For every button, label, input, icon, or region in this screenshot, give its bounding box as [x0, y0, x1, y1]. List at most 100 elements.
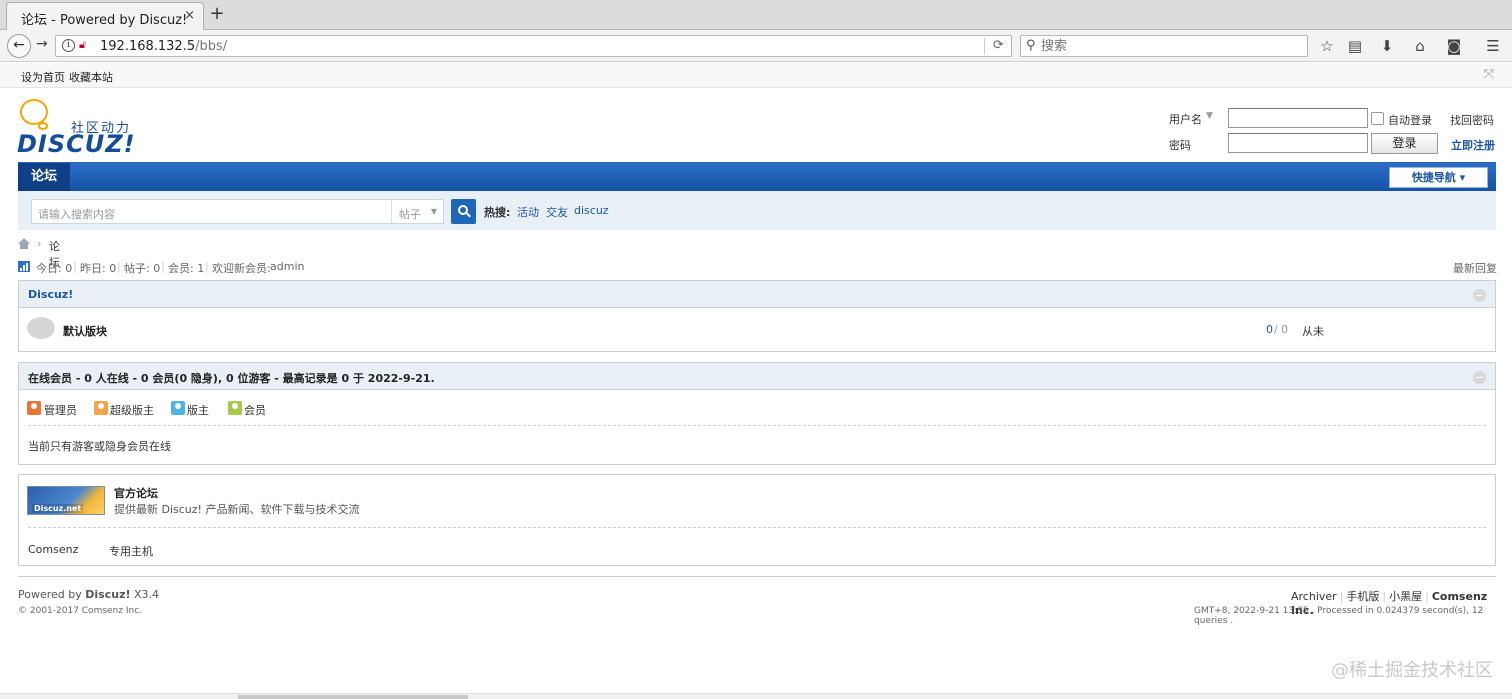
horizontal-scrollbar[interactable] — [0, 693, 1512, 699]
stat-divider: | — [73, 260, 77, 273]
pocket-icon[interactable]: ◙ — [1444, 36, 1464, 56]
url-host: 192.168.132.5 — [100, 39, 196, 54]
comsenz-link[interactable]: Comsenz — [28, 543, 78, 556]
login-button[interactable]: 登录 — [1371, 133, 1438, 154]
member-icon — [228, 401, 242, 415]
forum-bubble-icon — [27, 317, 55, 339]
category-title[interactable]: Discuz! — [28, 288, 73, 301]
footer-link-divider: | — [1425, 590, 1429, 603]
footer-powered: Powered by Discuz! X3.4 — [18, 588, 159, 601]
username-dropdown-icon[interactable]: ▼ — [1206, 111, 1213, 121]
mobile-link[interactable]: 手机版 — [1346, 590, 1379, 603]
legend-super-moderator: 超级版主 — [110, 404, 154, 417]
forum-post-count: 0 — [1281, 323, 1288, 336]
forum-last-post: 从未 — [1302, 325, 1324, 338]
collapse-icon[interactable] — [1473, 289, 1486, 302]
home-icon-body — [20, 244, 28, 249]
admin-user-icon — [27, 401, 41, 415]
online-title[interactable]: 在线会员 - 0 人在线 - 0 会员(0 隐身), 0 位游客 - 最高记录是… — [28, 370, 435, 386]
collapse-icon[interactable] — [1473, 371, 1486, 384]
category-header: Discuz! — [19, 281, 1495, 308]
quick-nav-button[interactable]: 快捷导航 ▾ — [1389, 167, 1488, 188]
password-label: 密码 — [1169, 139, 1191, 152]
reading-list-icon[interactable]: ▤ — [1345, 36, 1365, 56]
url-text[interactable]: 192.168.132.5/bbs/ — [100, 39, 227, 54]
legend-admin: 管理员 — [44, 404, 77, 417]
forum-category: Discuz! 默认版块 0 / 0 从未 — [18, 280, 1496, 352]
forum-name-link[interactable]: 默认版块 — [63, 323, 107, 339]
set-homepage-link[interactable]: 设为首页 — [21, 69, 65, 85]
hot-term-link[interactable]: 交友 — [546, 204, 568, 220]
url-divider — [984, 38, 985, 54]
watermark: @稀土掘金技术社区 — [1331, 660, 1493, 681]
search-submit-button[interactable] — [451, 199, 476, 224]
stat-today: 今日: 0 — [36, 262, 73, 275]
bookmark-star-icon[interactable]: ☆ — [1317, 36, 1337, 56]
archiver-link[interactable]: Archiver — [1291, 590, 1337, 603]
stats-chart-icon — [18, 261, 30, 272]
menu-icon[interactable]: ☰ — [1483, 36, 1503, 56]
official-forum-link[interactable]: 官方论坛 — [114, 485, 158, 501]
find-password-link[interactable]: 找回密码 — [1450, 112, 1494, 128]
browser-search-box[interactable]: ⚲ — [1020, 35, 1308, 57]
auto-login-checkbox[interactable] — [1371, 112, 1384, 125]
search-icon: ⚲ — [1026, 38, 1036, 53]
friend-links: Discuz.net 官方论坛 提供最新 Discuz! 产品新闻、软件下载与技… — [18, 474, 1496, 566]
dashed-divider — [28, 425, 1486, 426]
forum-row: 默认版块 0 / 0 从未 — [19, 308, 1495, 351]
blackroom-link[interactable]: 小黑屋 — [1389, 590, 1422, 603]
username-input[interactable] — [1228, 108, 1368, 128]
browser-nav-bar: ← → i 🔓︎ 192.168.132.5/bbs/ ⟳ ⚲ ☆ ▤ ⬇ ⌂ … — [0, 30, 1512, 62]
download-icon[interactable]: ⬇ — [1377, 36, 1397, 56]
search-icon-handle — [466, 212, 471, 218]
discuz-net-banner[interactable]: Discuz.net — [27, 486, 105, 515]
hot-term-link[interactable]: discuz — [574, 204, 609, 217]
forum-thread-count: 0 — [1266, 323, 1273, 336]
latest-reply-link[interactable]: 最新回复 — [1453, 260, 1497, 276]
browser-tab-bar: 论坛 - Powered by Discuz! × + — [0, 0, 1512, 30]
register-link[interactable]: 立即注册 — [1451, 137, 1495, 153]
stat-divider: | — [161, 260, 165, 273]
banner-text: Discuz.net — [32, 504, 84, 513]
search-type-select[interactable]: 帖子 ▼ — [391, 199, 444, 224]
forward-arrow-icon[interactable]: → — [36, 36, 48, 52]
footer-copyright: © 2001-2017 Comsenz Inc. — [18, 606, 143, 616]
stat-divider: | — [117, 260, 121, 273]
browser-tab[interactable]: 论坛 - Powered by Discuz! × — [6, 2, 204, 30]
address-bar[interactable]: i 🔓︎ 192.168.132.5/bbs/ ⟳ — [55, 35, 1012, 57]
forum-search-input[interactable]: 请输入搜索内容 — [31, 199, 392, 224]
reload-icon[interactable]: ⟳ — [993, 38, 1004, 53]
super-moderator-icon — [94, 401, 108, 415]
dashed-divider — [28, 527, 1486, 528]
legend-member: 会员 — [244, 404, 266, 417]
count-divider: / — [1274, 323, 1278, 336]
hosting-link[interactable]: 专用主机 — [109, 543, 153, 559]
site-logo[interactable]: DISCUZ! — [17, 130, 136, 158]
scrollbar-thumb[interactable] — [238, 695, 468, 699]
fullscreen-toggle-icon[interactable]: ⤧ — [1484, 67, 1494, 82]
search-type-value: 帖子 — [399, 208, 421, 221]
browser-search-input[interactable] — [1041, 37, 1301, 55]
newest-member-link[interactable]: admin — [270, 260, 304, 273]
stat-yesterday: 昨日: 0 — [80, 262, 117, 275]
breadcrumb-separator-icon: › — [37, 237, 42, 250]
footer-divider — [18, 576, 1496, 577]
back-arrow-icon[interactable]: ← — [7, 34, 31, 58]
tab-forum[interactable]: 论坛 — [18, 163, 70, 192]
insecure-lock-icon[interactable]: 🔓︎ — [79, 38, 86, 52]
logo-bulb-tail-icon — [38, 122, 48, 130]
site-topbar: 设为首页 收藏本站 ⤧ — [0, 63, 1512, 88]
info-icon[interactable]: i — [62, 39, 75, 52]
hot-term-link[interactable]: 活动 — [517, 204, 539, 220]
add-favorite-link[interactable]: 收藏本站 — [69, 69, 113, 85]
new-tab-button[interactable]: + — [208, 3, 226, 24]
close-tab-icon[interactable]: × — [184, 8, 195, 23]
online-header: 在线会员 - 0 人在线 - 0 会员(0 隐身), 0 位游客 - 最高记录是… — [19, 363, 1495, 390]
tab-title: 论坛 - Powered by Discuz! — [21, 13, 188, 28]
home-icon[interactable]: ⌂ — [1410, 36, 1430, 56]
footer-link-divider: | — [1339, 590, 1344, 603]
discuz-link[interactable]: Discuz! — [85, 588, 130, 601]
password-input[interactable] — [1228, 133, 1368, 153]
auto-login-label[interactable]: 自动登录 — [1388, 112, 1432, 128]
stat-welcome: 欢迎新会员: — [212, 262, 271, 275]
